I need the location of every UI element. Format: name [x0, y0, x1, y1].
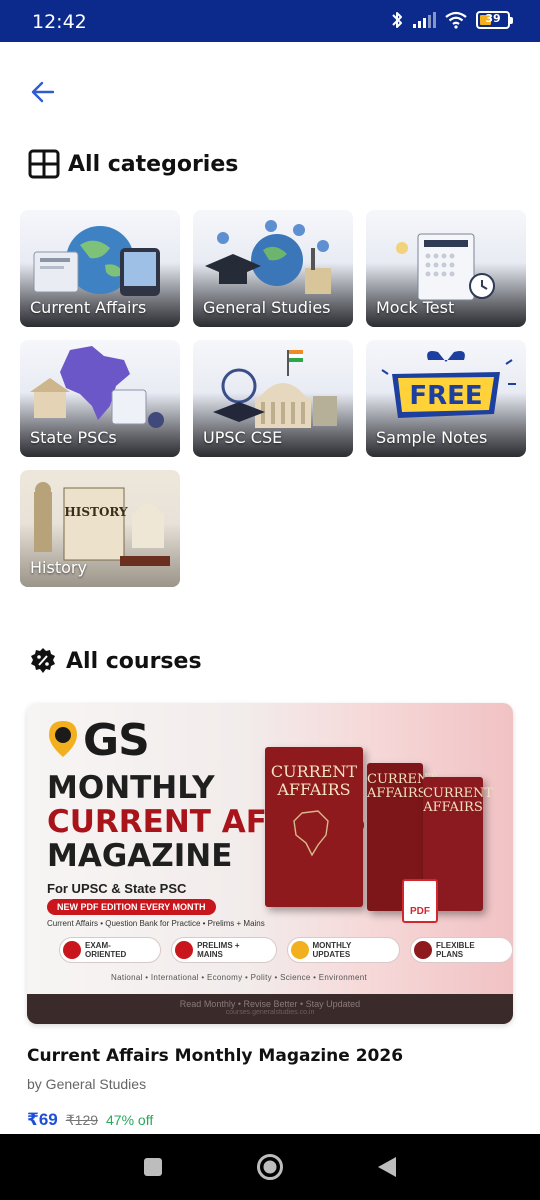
category-mock-test[interactable]: Mock Test: [366, 210, 526, 327]
india-map-emblem: [293, 810, 329, 857]
banner-subtext: Current Affairs • Question Bank for Prac…: [47, 919, 265, 928]
category-label: UPSC CSE: [203, 428, 283, 447]
feature-badge: PRELIMS + MAINS: [171, 937, 277, 963]
category-label: Mock Test: [376, 298, 455, 317]
category-current-affairs[interactable]: Current Affairs: [20, 210, 180, 327]
home-circle-icon: [257, 1154, 283, 1180]
status-bar: 12:42 39: [0, 0, 540, 42]
course-title[interactable]: Current Affairs Monthly Magazine 2026: [27, 1046, 403, 1066]
category-state-pscs[interactable]: State PSCs: [20, 340, 180, 457]
book-title-2: CURRENT AFFAIRS: [367, 772, 438, 802]
feature-badge: MONTHLY UPDATES: [286, 937, 401, 963]
battery-level: 39: [485, 12, 501, 25]
banner-line-1: MONTHLY: [47, 770, 215, 806]
gs-logo-icon: [49, 721, 77, 757]
courses-title: All courses: [66, 648, 202, 674]
feature-label: FLEXIBLE PLANS: [436, 941, 475, 959]
category-label: General Studies: [203, 298, 331, 317]
status-icons: 39: [390, 10, 513, 30]
price-row: ₹69 ₹129 47% off: [27, 1110, 153, 1130]
banner-footer-text: Read Monthly • Revise Better • Stay Upda…: [179, 999, 361, 1009]
feature-label: PRELIMS + MAINS: [197, 941, 240, 959]
category-upsc-cse[interactable]: UPSC CSE: [193, 340, 353, 457]
course-discount: 47% off: [106, 1112, 154, 1128]
banner-line-3: MAGAZINE: [47, 838, 233, 874]
category-label: State PSCs: [30, 428, 117, 447]
home-button[interactable]: [256, 1153, 284, 1186]
feature-label: MONTHLY UPDATES: [312, 941, 352, 959]
category-history[interactable]: HISTORY History: [20, 470, 180, 587]
back-button[interactable]: [28, 76, 60, 108]
banner-footer: Read Monthly • Revise Better • Stay Upda…: [27, 994, 513, 1024]
category-label: History: [30, 558, 87, 577]
svg-text:HISTORY: HISTORY: [64, 505, 128, 519]
feature-badge: EXAM-ORIENTED: [59, 937, 162, 963]
course-price: ₹69: [27, 1110, 58, 1129]
recents-button[interactable]: [143, 1157, 163, 1182]
pdf-label: PDF: [410, 906, 430, 917]
banner-pill: NEW PDF EDITION EVERY MONTH: [47, 899, 216, 915]
course-mrp: ₹129: [65, 1112, 99, 1128]
categories-header: All categories: [28, 149, 238, 179]
category-label: Current Affairs: [30, 298, 147, 317]
feature-label: EXAM-ORIENTED: [85, 941, 127, 959]
category-sample-notes[interactable]: FREE Sample Notes: [366, 340, 526, 457]
banner-audience: For UPSC & State PSC: [47, 881, 187, 896]
bluetooth-icon: [392, 12, 402, 28]
status-time: 12:42: [32, 11, 87, 33]
system-nav-bar: [0, 1134, 540, 1200]
battery-icon: 39: [476, 11, 513, 29]
nav-back-button[interactable]: [376, 1155, 398, 1184]
courses-header: All courses: [28, 646, 202, 676]
arrow-left-icon: [31, 81, 55, 103]
grid-icon: [28, 149, 60, 179]
banner-footer-url: courses.generalstudies.co.in: [225, 1009, 315, 1016]
category-label: Sample Notes: [376, 428, 488, 447]
banner-topics: National • International • Economy • Pol…: [111, 973, 367, 982]
category-general-studies[interactable]: General Studies: [193, 210, 353, 327]
course-banner[interactable]: GS MONTHLY CURRENT AFFAIRS MAGAZINE For …: [27, 703, 513, 1024]
categories-title: All categories: [68, 151, 239, 177]
book-title-3: CURRENT AFFAIRS: [423, 786, 494, 816]
course-author: by General Studies: [27, 1076, 147, 1092]
signal-icon: [413, 12, 436, 28]
badge-percent-icon: [31, 648, 55, 673]
banner-brand: GS: [83, 715, 150, 766]
feature-badge: FLEXIBLE PLANS: [410, 937, 513, 963]
book-cover-front: CURRENT AFFAIRS: [265, 747, 363, 907]
pdf-badge: PDF: [402, 879, 438, 923]
recents-square-icon: [144, 1158, 162, 1176]
feature-row: EXAM-ORIENTED PRELIMS + MAINS MONTHLY UP…: [59, 937, 513, 963]
svg-text:FREE: FREE: [409, 381, 482, 411]
wifi-icon: [445, 11, 467, 29]
back-triangle-icon: [378, 1157, 396, 1177]
book-title: CURRENT AFFAIRS: [270, 762, 358, 799]
